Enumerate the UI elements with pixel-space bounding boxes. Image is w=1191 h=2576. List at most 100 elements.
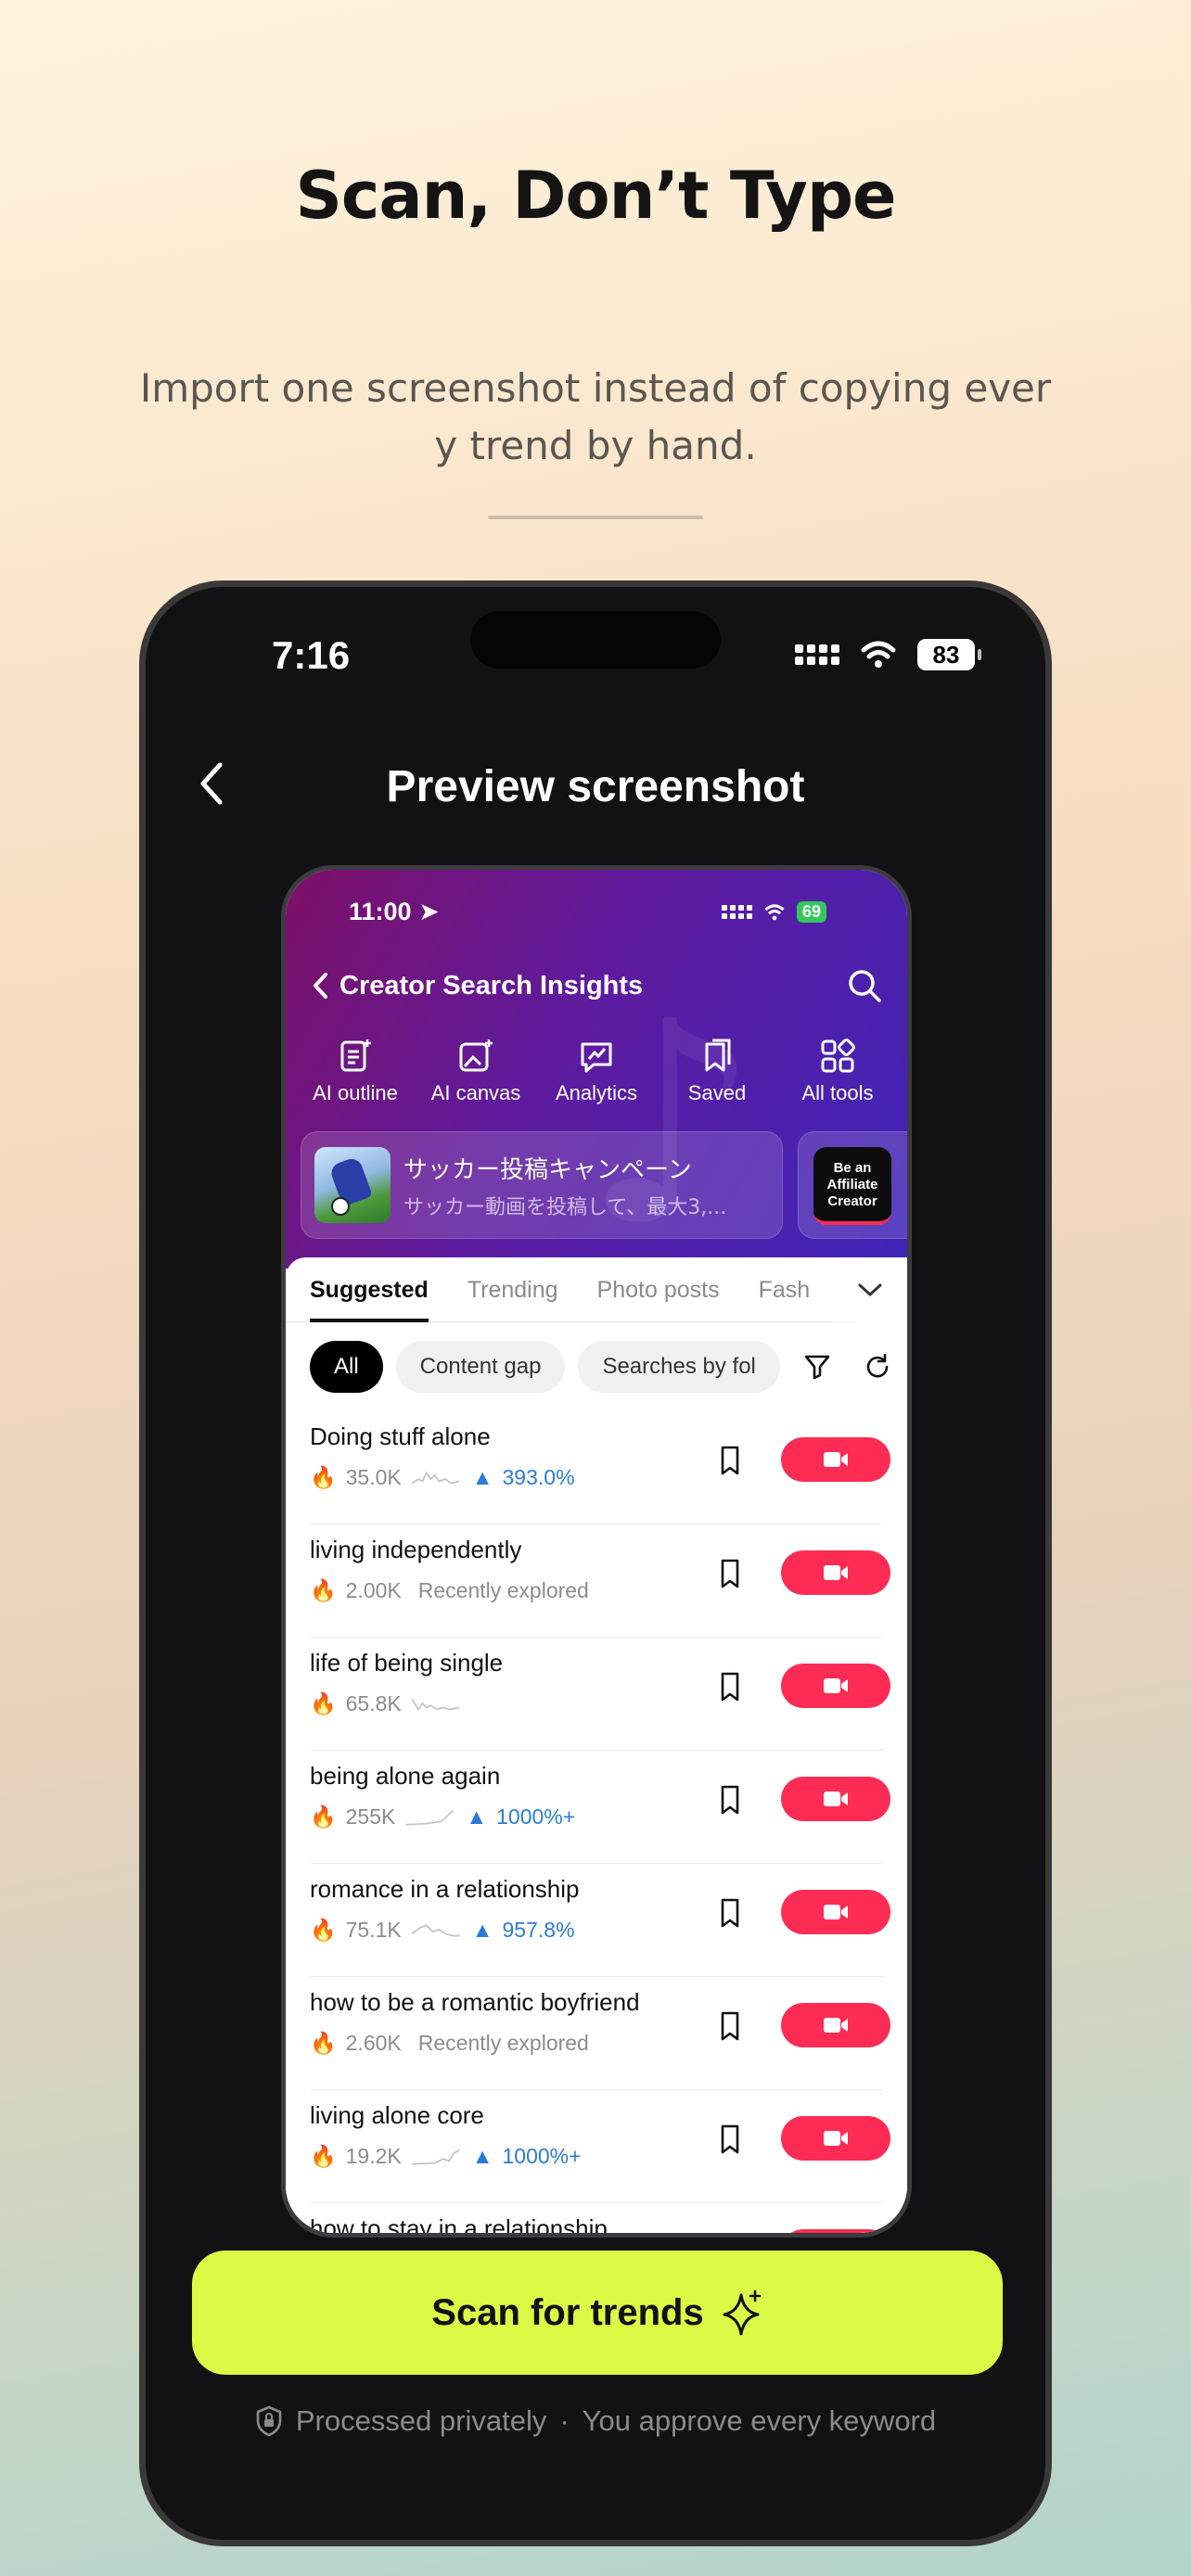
divider xyxy=(488,516,703,519)
keyword-text: living alone core xyxy=(310,2101,484,2129)
record-button xyxy=(781,2116,890,2161)
tool-saved: Saved xyxy=(657,1037,777,1105)
record-button xyxy=(781,1890,890,1934)
tabs-more xyxy=(833,1257,907,1322)
keyword-meta: 🔥 255K ▲ 1000%+ xyxy=(310,1804,575,1830)
tools-row: AI outline AI canvas Analytics Saved All… xyxy=(286,1037,907,1105)
chevron-down-icon xyxy=(858,1283,882,1297)
search-count: 65.8K xyxy=(345,1691,402,1715)
search-count: 255K xyxy=(345,1804,396,1829)
privacy-separator: · xyxy=(559,2404,570,2437)
chip-searches-by-followers: Searches by fol xyxy=(578,1341,780,1393)
status-time: 7:16 xyxy=(272,633,351,677)
scan-for-trends-button[interactable]: Scan for trends xyxy=(192,2251,1003,2375)
bookmark-icon xyxy=(721,1446,739,1475)
screenshot-nav: Creator Search Insights xyxy=(310,967,883,1004)
keyword-text: living independently xyxy=(310,1536,522,1563)
analytics-icon xyxy=(581,1042,612,1073)
keyword-meta: 🔥 2.60K Recently explored xyxy=(310,2031,589,2056)
filter-icon xyxy=(804,1355,829,1380)
trend-up-icon: ▲ xyxy=(466,1804,488,1829)
tool-ai-canvas: AI canvas xyxy=(416,1037,536,1105)
tool-label: All tools xyxy=(801,1081,874,1104)
campaign-banner: サッカー投稿キャンペーン サッカー動画を投稿して、最大3,... xyxy=(301,1131,783,1239)
wifi-icon xyxy=(764,903,785,920)
tab-photo-posts: Photo posts xyxy=(596,1276,720,1303)
record-button xyxy=(781,1664,890,1708)
keyword-text: Doing stuff alone xyxy=(310,1422,491,1450)
keyword-meta: 🔥 35.0K ▲ 393.0% xyxy=(310,1465,575,1490)
keyword-row: living alone core 🔥 19.2K ▲ 1000%+ xyxy=(310,2090,890,2203)
sparkline-icon xyxy=(411,1471,460,1485)
keyword-meta: 🔥 2.00K Recently explored xyxy=(310,1578,589,1603)
keyword-row: life of being single 🔥 65.8K xyxy=(310,1638,890,1751)
status-bar-icons: 83 xyxy=(795,639,981,670)
search-count: 35.0K xyxy=(345,1465,402,1489)
trend-up-icon: ▲ xyxy=(471,2144,493,2168)
row-note: Recently explored xyxy=(417,1578,589,1602)
privacy-right: You approve every keyword xyxy=(582,2404,937,2437)
screenshot-time: 11:00 ➤ xyxy=(349,898,440,925)
bookmark-icon xyxy=(721,2124,739,2154)
tool-label: AI canvas xyxy=(430,1081,521,1104)
keyword-list: Doing stuff alone 🔥 35.0K ▲ 393.0% living… xyxy=(286,1411,907,2238)
privacy-left: Processed privately xyxy=(295,2404,547,2437)
video-camera-icon xyxy=(824,1452,848,1467)
video-camera-icon xyxy=(824,2131,848,2146)
tool-analytics: Analytics xyxy=(536,1037,657,1105)
screenshot-status-icons: 69 xyxy=(722,901,827,923)
phone-frame: 7:16 83 Preview screenshot ♪ 11:00 ➤ 69 … xyxy=(139,580,1052,2546)
trend-value: 957.8% xyxy=(502,1918,575,1942)
bookmark-icon xyxy=(718,2237,742,2238)
affiliate-banner: Be an Affiliate Creator xyxy=(798,1131,907,1239)
keyword-row: how to be a romantic boyfriend 🔥 2.60K Re… xyxy=(310,1977,890,2090)
sparkline-icon xyxy=(405,1809,455,1826)
saved-icon xyxy=(705,1039,731,1072)
ai-outline-icon xyxy=(340,1039,371,1072)
flame-icon: 🔥 xyxy=(310,1578,337,1602)
page-title: Preview screenshot xyxy=(386,762,805,811)
chip-all: All xyxy=(310,1341,383,1393)
bookmark-icon xyxy=(721,2011,739,2041)
keyword-text: life of being single xyxy=(310,1649,504,1677)
chevron-left-icon xyxy=(314,973,327,999)
record-button xyxy=(781,2229,890,2233)
flame-icon: 🔥 xyxy=(310,1465,337,1489)
screenshot-body: Suggested Trending Photo posts Fash All … xyxy=(286,1257,907,2233)
bookmark-icon xyxy=(721,1785,739,1815)
search-count: 19.2K xyxy=(345,2144,402,2168)
keyword-text: being alone again xyxy=(310,1762,501,1790)
all-tools-icon xyxy=(821,1039,855,1073)
refresh-icon xyxy=(866,1353,888,1378)
keyword-text: how to stay in a relationship xyxy=(310,2214,608,2238)
battery-icon: 83 xyxy=(917,639,981,670)
privacy-note: Processed privately · You approve every … xyxy=(146,2404,1045,2438)
battery-icon: 69 xyxy=(797,901,827,923)
record-button xyxy=(781,2003,890,2047)
keyword-row: Doing stuff alone 🔥 35.0K ▲ 393.0% xyxy=(310,1411,890,1524)
wifi-icon xyxy=(861,641,896,668)
flame-icon: 🔥 xyxy=(310,1804,337,1829)
keyword-row: romance in a relationship 🔥 75.1K ▲ 957.8… xyxy=(310,1864,890,1977)
search-icon xyxy=(849,970,881,1002)
flame-icon: 🔥 xyxy=(310,1918,337,1942)
sparkle-icon xyxy=(723,2289,762,2336)
record-button xyxy=(781,1550,890,1595)
trend-value: 1000%+ xyxy=(496,1804,576,1829)
row-note: Recently explored xyxy=(417,2031,589,2055)
subhead: Import one screenshot instead of copying… xyxy=(139,365,1052,468)
screenshot-header: ♪ 11:00 ➤ 69 Creator Search Insights AI … xyxy=(286,870,907,1286)
keyword-meta: 🔥 75.1K ▲ 957.8% xyxy=(310,1918,575,1943)
trend-up-icon: ▲ xyxy=(471,1465,493,1489)
soccer-thumbnail xyxy=(314,1147,391,1223)
keyword-row: being alone again 🔥 255K ▲ 1000%+ xyxy=(310,1751,890,1864)
flame-icon: 🔥 xyxy=(310,2031,337,2055)
tool-label: Analytics xyxy=(555,1081,638,1104)
search-count: 2.60K xyxy=(345,2031,402,2055)
flame-icon: 🔥 xyxy=(310,1691,337,1715)
keyword-text: how to be a romantic boyfriend xyxy=(310,1988,640,2016)
search-count: 2.00K xyxy=(345,1578,402,1602)
location-icon: ➤ xyxy=(418,898,440,925)
flame-icon: 🔥 xyxy=(310,2144,337,2168)
trend-value: 1000%+ xyxy=(502,2144,582,2168)
